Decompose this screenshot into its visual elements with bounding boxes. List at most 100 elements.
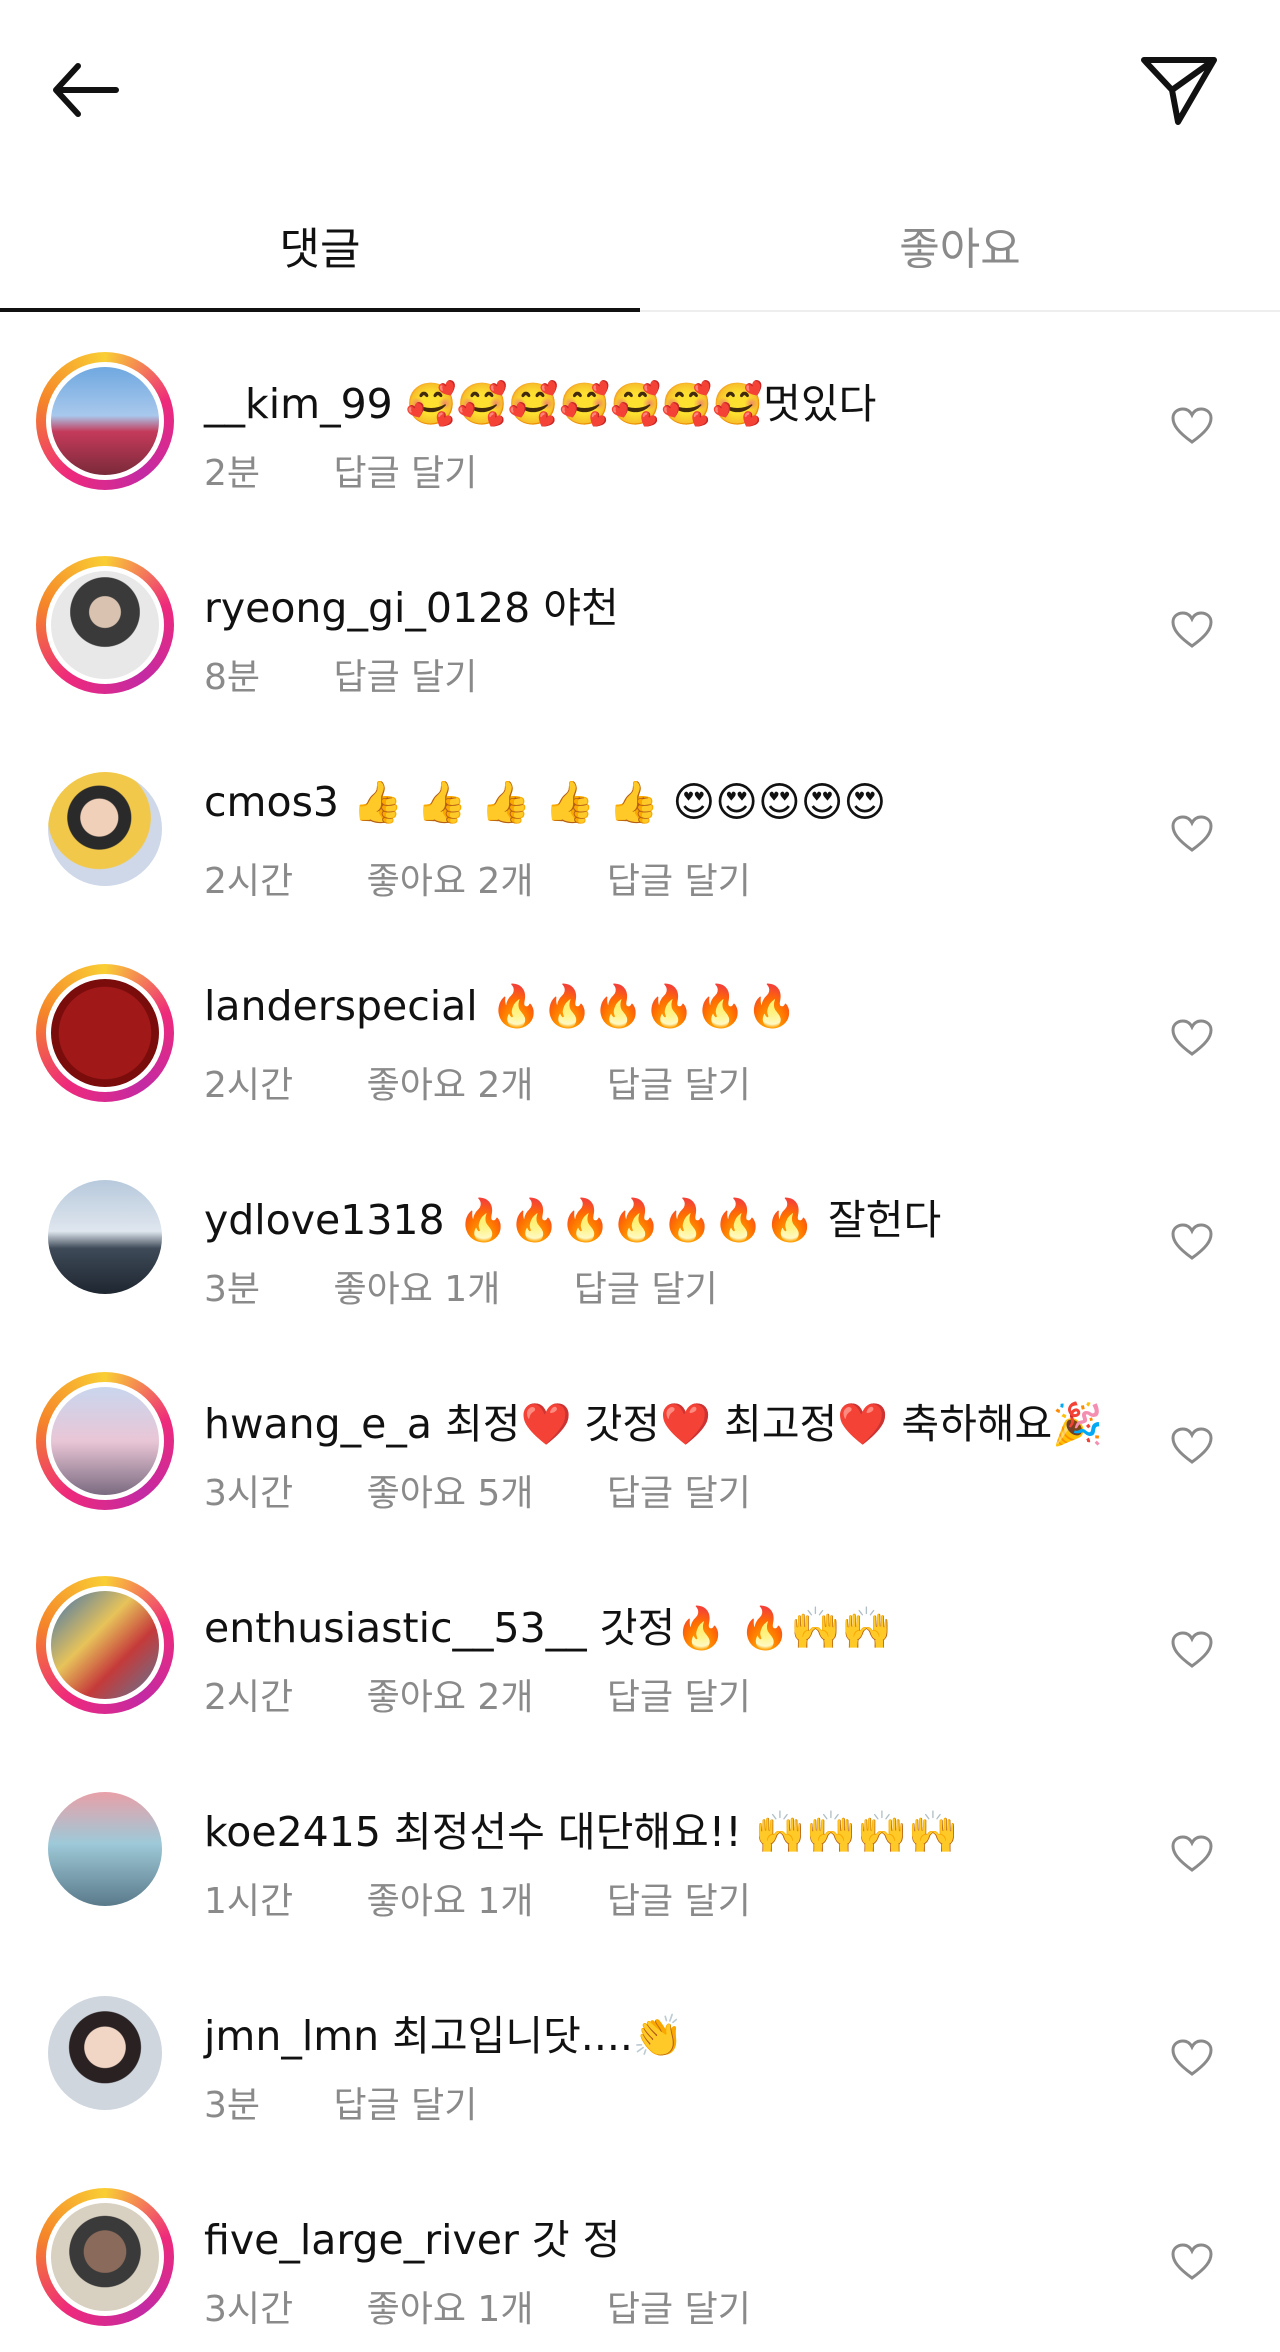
comment-meta: 3분 좋아요 1개 답글 달기 (204, 1260, 780, 1312)
heart-icon[interactable] (1170, 1426, 1218, 1470)
avatar-frame[interactable] (36, 760, 174, 898)
like-count[interactable]: 좋아요 1개 (367, 2289, 534, 2330)
username[interactable]: koe2415 (204, 1808, 381, 1856)
story-ring[interactable] (36, 1576, 174, 1714)
avatar (46, 1382, 164, 1500)
like-count[interactable]: 좋아요 1개 (367, 1881, 534, 1922)
comment-time: 1시간 (204, 1881, 294, 1922)
reply-button[interactable]: 답글 달기 (607, 2289, 751, 2330)
avatar (48, 772, 162, 886)
comment-list: __kim_99 🥰🥰🥰🥰🥰🥰🥰멋있다 2분 답글 달기 ryeong_gi_0… (0, 312, 1280, 2352)
heart-icon[interactable] (1170, 1834, 1218, 1878)
comment-text: 최정선수 대단해요!! 🙌🙌🙌🙌 (393, 1808, 959, 1856)
reply-button[interactable]: 답글 달기 (607, 1881, 751, 1922)
avatar (46, 1586, 164, 1704)
comment-item: landerspecial 🔥🔥🔥🔥🔥🔥 2시간 좋아요 2개 답글 달기 (0, 924, 1280, 1128)
comment-time: 3시간 (204, 1473, 294, 1514)
comment-text: 최정❤️ 갓정❤️ 최고정❤️ 축하해요🎉 (445, 1400, 1104, 1448)
avatar-frame[interactable] (36, 1168, 174, 1306)
avatar (48, 1792, 162, 1906)
comment-time: 2시간 (204, 861, 294, 902)
heart-icon[interactable] (1170, 2242, 1218, 2286)
heart-icon[interactable] (1170, 610, 1218, 654)
like-count[interactable]: 좋아요 5개 (367, 1473, 534, 1514)
reply-button[interactable]: 답글 달기 (607, 1065, 751, 1106)
comment-item: five_large_river 갓 정 3시간 좋아요 1개 답글 달기 (0, 2148, 1280, 2352)
comment-meta: 3분 답글 달기 (204, 2076, 539, 2128)
reply-button[interactable]: 답글 달기 (607, 1473, 751, 1514)
comment-text: 야천 (543, 584, 619, 632)
comment-text-line: five_large_river 갓 정 (204, 2206, 620, 2266)
comment-text: 갓정🔥 🔥🙌🙌 (599, 1604, 893, 1652)
comment-time: 2분 (204, 453, 261, 494)
back-arrow-icon[interactable] (44, 50, 134, 130)
comment-item: ydlove1318 🔥🔥🔥🔥🔥🔥🔥 잘헌다 3분 좋아요 1개 답글 달기 (0, 1128, 1280, 1332)
comment-meta: 8분 답글 달기 (204, 648, 539, 700)
comment-time: 3분 (204, 2085, 261, 2126)
username[interactable]: enthusiastic__53__ (204, 1604, 587, 1652)
comment-item: enthusiastic__53__ 갓정🔥 🔥🙌🙌 2시간 좋아요 2개 답글… (0, 1536, 1280, 1740)
comment-meta: 2분 답글 달기 (204, 444, 539, 496)
avatar (46, 2198, 164, 2316)
username[interactable]: five_large_river (204, 2216, 519, 2264)
comment-text-line: ryeong_gi_0128 야천 (204, 574, 619, 634)
story-ring[interactable] (36, 1372, 174, 1510)
heart-icon[interactable] (1170, 1018, 1218, 1062)
comment-text: 최고입니닷....👏 (392, 2012, 684, 2060)
comment-text-line: __kim_99 🥰🥰🥰🥰🥰🥰🥰멋있다 (204, 370, 876, 430)
comment-item: __kim_99 🥰🥰🥰🥰🥰🥰🥰멋있다 2분 답글 달기 (0, 312, 1280, 516)
comment-time: 8분 (204, 657, 261, 698)
comment-meta: 3시간 좋아요 1개 답글 달기 (204, 2280, 813, 2332)
reply-button[interactable]: 답글 달기 (574, 1269, 718, 1310)
avatar (48, 1180, 162, 1294)
send-icon[interactable] (1134, 48, 1224, 128)
reply-button[interactable]: 답글 달기 (333, 2085, 477, 2126)
comment-time: 3시간 (204, 2289, 294, 2330)
comment-meta: 2시간 좋아요 2개 답글 달기 (204, 852, 813, 904)
like-count[interactable]: 좋아요 1개 (333, 1269, 500, 1310)
avatar-frame[interactable] (36, 1780, 174, 1918)
username[interactable]: hwang_e_a (204, 1400, 432, 1448)
comment-meta: 2시간 좋아요 2개 답글 달기 (204, 1668, 813, 1720)
username[interactable]: jmn_lmn (204, 2012, 379, 2060)
heart-icon[interactable] (1170, 406, 1218, 450)
heart-icon[interactable] (1170, 814, 1218, 858)
username[interactable]: cmos3 (204, 778, 339, 826)
story-ring[interactable] (36, 352, 174, 490)
comment-meta: 3시간 좋아요 5개 답글 달기 (204, 1464, 813, 1516)
story-ring[interactable] (36, 556, 174, 694)
username[interactable]: ryeong_gi_0128 (204, 584, 530, 632)
comment-text-line: landerspecial 🔥🔥🔥🔥🔥🔥 (204, 982, 797, 1031)
comment-meta: 1시간 좋아요 1개 답글 달기 (204, 1872, 813, 1924)
comment-text-line: jmn_lmn 최고입니닷....👏 (204, 2002, 684, 2062)
like-count[interactable]: 좋아요 2개 (367, 1065, 534, 1106)
comment-text-line: enthusiastic__53__ 갓정🔥 🔥🙌🙌 (204, 1594, 892, 1654)
heart-icon[interactable] (1170, 1222, 1218, 1266)
tab-comments[interactable]: 댓글 (0, 180, 640, 310)
heart-icon[interactable] (1170, 1630, 1218, 1674)
comment-item: cmos3 👍 👍 👍 👍 👍 😍😍😍😍😍 2시간 좋아요 2개 답글 달기 (0, 720, 1280, 924)
comment-item: ryeong_gi_0128 야천 8분 답글 달기 (0, 516, 1280, 720)
comment-time: 2시간 (204, 1677, 294, 1718)
top-bar (0, 0, 1280, 180)
username[interactable]: __kim_99 (204, 380, 393, 428)
avatar (48, 1996, 162, 2110)
comment-text-line: ydlove1318 🔥🔥🔥🔥🔥🔥🔥 잘헌다 (204, 1186, 941, 1246)
reply-button[interactable]: 답글 달기 (607, 1677, 751, 1718)
comment-text: 👍 👍 👍 👍 👍 😍😍😍😍😍 (352, 778, 887, 826)
reply-button[interactable]: 답글 달기 (333, 453, 477, 494)
story-ring[interactable] (36, 964, 174, 1102)
reply-button[interactable]: 답글 달기 (333, 657, 477, 698)
story-ring[interactable] (36, 2188, 174, 2326)
like-count[interactable]: 좋아요 2개 (367, 1677, 534, 1718)
tab-likes[interactable]: 좋아요 (640, 180, 1280, 310)
avatar-frame[interactable] (36, 1984, 174, 2122)
avatar (46, 974, 164, 1092)
username[interactable]: landerspecial (204, 982, 478, 1030)
like-count[interactable]: 좋아요 2개 (367, 861, 534, 902)
reply-button[interactable]: 답글 달기 (607, 861, 751, 902)
username[interactable]: ydlove1318 (204, 1196, 445, 1244)
comment-text: 🥰🥰🥰🥰🥰🥰🥰멋있다 (405, 380, 877, 428)
heart-icon[interactable] (1170, 2038, 1218, 2082)
comment-text: 🔥🔥🔥🔥🔥🔥🔥 잘헌다 (457, 1196, 942, 1244)
